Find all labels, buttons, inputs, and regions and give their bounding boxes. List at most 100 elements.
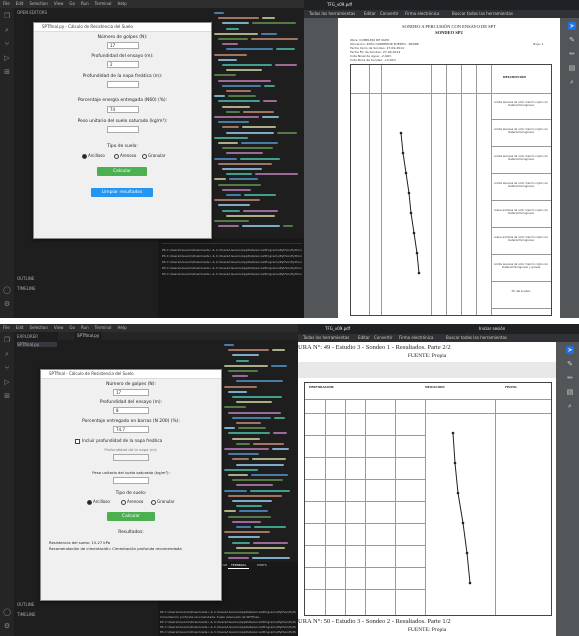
peso-input[interactable] (113, 477, 149, 484)
sidebar-timeline[interactable]: TIMELINE (17, 286, 36, 291)
menu-terminal[interactable]: Terminal (95, 1, 112, 6)
code-token (243, 110, 274, 113)
radio-arcilloso[interactable]: Arcilloso (82, 153, 105, 159)
gear-icon[interactable]: ⚙ (3, 300, 11, 308)
tool-search[interactable]: Buscar todas las herramientas (449, 10, 516, 18)
page-icon[interactable]: ▤ (568, 64, 576, 72)
pdf-page: SONDEO A PERCUSIÓN CON ENSAYO DE SPT SON… (338, 18, 560, 318)
sidebar-file[interactable]: SPTfinal.py (17, 342, 57, 347)
menu-view[interactable]: View (54, 325, 64, 330)
account-icon[interactable]: ◯ (3, 608, 11, 616)
radio-granular[interactable]: Granular (142, 153, 165, 159)
sidebar-timeline[interactable]: TIMELINE (17, 612, 36, 617)
napa-input[interactable] (113, 454, 149, 461)
spt-curve (451, 431, 472, 585)
menu-help[interactable]: Help (118, 1, 127, 6)
menu-run[interactable]: Run (81, 325, 89, 330)
calcular-button[interactable]: Calcular (107, 512, 155, 521)
menu-edit[interactable]: Edit (16, 1, 24, 6)
terminal-panel[interactable]: PS C:\Users\Usuario\Downloads> & C:/User… (158, 238, 304, 318)
tool-all[interactable]: Todas las herramientas (300, 334, 352, 342)
pdf-viewport[interactable]: URA N°: 49 - Estudio 3 - Sondeo 1 - Resu… (298, 342, 579, 636)
menu-file[interactable]: File (3, 325, 10, 330)
source-control-icon[interactable]: ⑂ (3, 364, 11, 372)
tool-sign[interactable]: Firma electrónica (402, 10, 442, 18)
search-icon[interactable]: ⌕ (3, 26, 11, 34)
energia-input[interactable]: 74 (107, 106, 139, 113)
results-label: Resultados: (118, 530, 144, 535)
editor-tab[interactable]: SPTfinal.py (74, 332, 103, 340)
menu-view[interactable]: View (54, 1, 64, 6)
run-icon[interactable]: ▷ (3, 54, 11, 62)
sidebar-outline[interactable]: OUTLINE (17, 602, 34, 607)
terminal-tab-ports[interactable]: PORTS (254, 562, 270, 568)
calcular-button[interactable]: Calcular (97, 167, 147, 176)
terminal-tab-terminal[interactable]: TERMINAL (228, 562, 250, 569)
pdf-tab[interactable]: TFG_v09.pdf (324, 1, 355, 9)
extensions-icon[interactable]: ⊞ (3, 392, 11, 400)
pdf-viewport[interactable]: SONDEO A PERCUSIÓN CON ENSAYO DE SPT SON… (304, 18, 579, 318)
pdf-source-1: FUENTE: Propia (407, 353, 447, 359)
code-token (224, 406, 246, 409)
select-tool-icon[interactable]: ➤ (566, 346, 574, 354)
table-divider (305, 435, 425, 436)
radio-granular[interactable]: Granular (151, 499, 174, 505)
napa-checkbox[interactable]: Incluir profundidad de la napa freática (75, 438, 162, 444)
zoom-icon[interactable]: ⌕ (566, 402, 574, 410)
menu-help[interactable]: Help (118, 325, 127, 330)
peso-label: Peso unitario del suelo saturado (kg/m³)… (92, 470, 170, 475)
search-icon[interactable]: ⌕ (3, 350, 11, 358)
extensions-icon[interactable]: ⊞ (3, 68, 11, 76)
menu-terminal[interactable]: Terminal (95, 325, 112, 330)
napa-input[interactable] (107, 81, 139, 88)
run-icon[interactable]: ▷ (3, 378, 11, 386)
profundidad-input[interactable]: 2 (107, 61, 139, 68)
tool-convert[interactable]: Convertir (377, 10, 402, 18)
menu-selection[interactable]: Selection (29, 325, 47, 330)
code-token (238, 427, 266, 430)
tool-all[interactable]: Todas las herramientas (306, 10, 358, 18)
menu-file[interactable]: File (3, 1, 10, 6)
code-token (226, 69, 262, 72)
terminal-line: PS C:\Users\Usuario\Downloads> & C:/User… (162, 254, 302, 258)
signin-button[interactable]: Iniciar sesión (476, 325, 508, 333)
tool-sign[interactable]: Firma electrónica (396, 334, 436, 342)
source-control-icon[interactable]: ⑂ (3, 40, 11, 48)
radio-arenoso[interactable]: Arenoso (114, 153, 136, 159)
limpiar-button[interactable]: Limpiar resultados (91, 188, 153, 197)
tool-convert[interactable]: Convertir (371, 334, 396, 342)
comment-icon[interactable]: ✎ (566, 360, 574, 368)
tool-search[interactable]: Buscar todas las herramientas (443, 334, 510, 342)
energia-input[interactable]: 74.7 (113, 426, 149, 433)
menu-go[interactable]: Go (69, 1, 75, 6)
menu-go[interactable]: Go (69, 325, 75, 330)
radio-arenoso[interactable]: Arenoso (121, 499, 143, 505)
page-icon[interactable]: ▤ (566, 388, 574, 396)
sidebar-open-editors[interactable]: OPEN EDITORS (17, 10, 47, 15)
sidebar-outline[interactable]: OUTLINE (17, 276, 34, 281)
pdf-embedded-toolbar (298, 362, 556, 378)
comment-icon[interactable]: ✎ (568, 36, 576, 44)
highlight-icon[interactable]: ✏ (568, 50, 576, 58)
zoom-icon[interactable]: ⌕ (568, 78, 576, 86)
profundidad-input[interactable]: 8 (113, 407, 149, 414)
gear-icon[interactable]: ⚙ (3, 622, 11, 630)
code-token (218, 100, 260, 103)
files-icon[interactable]: ❐ (3, 12, 11, 20)
select-tool-icon[interactable]: ➤ (568, 22, 576, 30)
golpes-input[interactable]: 17 (107, 42, 139, 49)
sidebar-explorer[interactable]: EXPLORER (17, 334, 38, 339)
code-token (214, 220, 249, 222)
menu-selection[interactable]: Selection (29, 1, 47, 6)
code-token (236, 401, 272, 404)
golpes-input[interactable]: 17 (113, 389, 149, 396)
pdf-tab[interactable]: TFG_v09.pdf (322, 325, 353, 333)
highlight-icon[interactable]: ✏ (566, 374, 574, 382)
code-token (214, 199, 260, 202)
menu-run[interactable]: Run (81, 1, 89, 6)
peso-input[interactable] (107, 126, 139, 133)
menu-edit[interactable]: Edit (16, 325, 24, 330)
files-icon[interactable]: ❐ (3, 336, 11, 344)
account-icon[interactable]: ◯ (3, 286, 11, 294)
radio-arcilloso[interactable]: Arcilloso (87, 499, 110, 505)
